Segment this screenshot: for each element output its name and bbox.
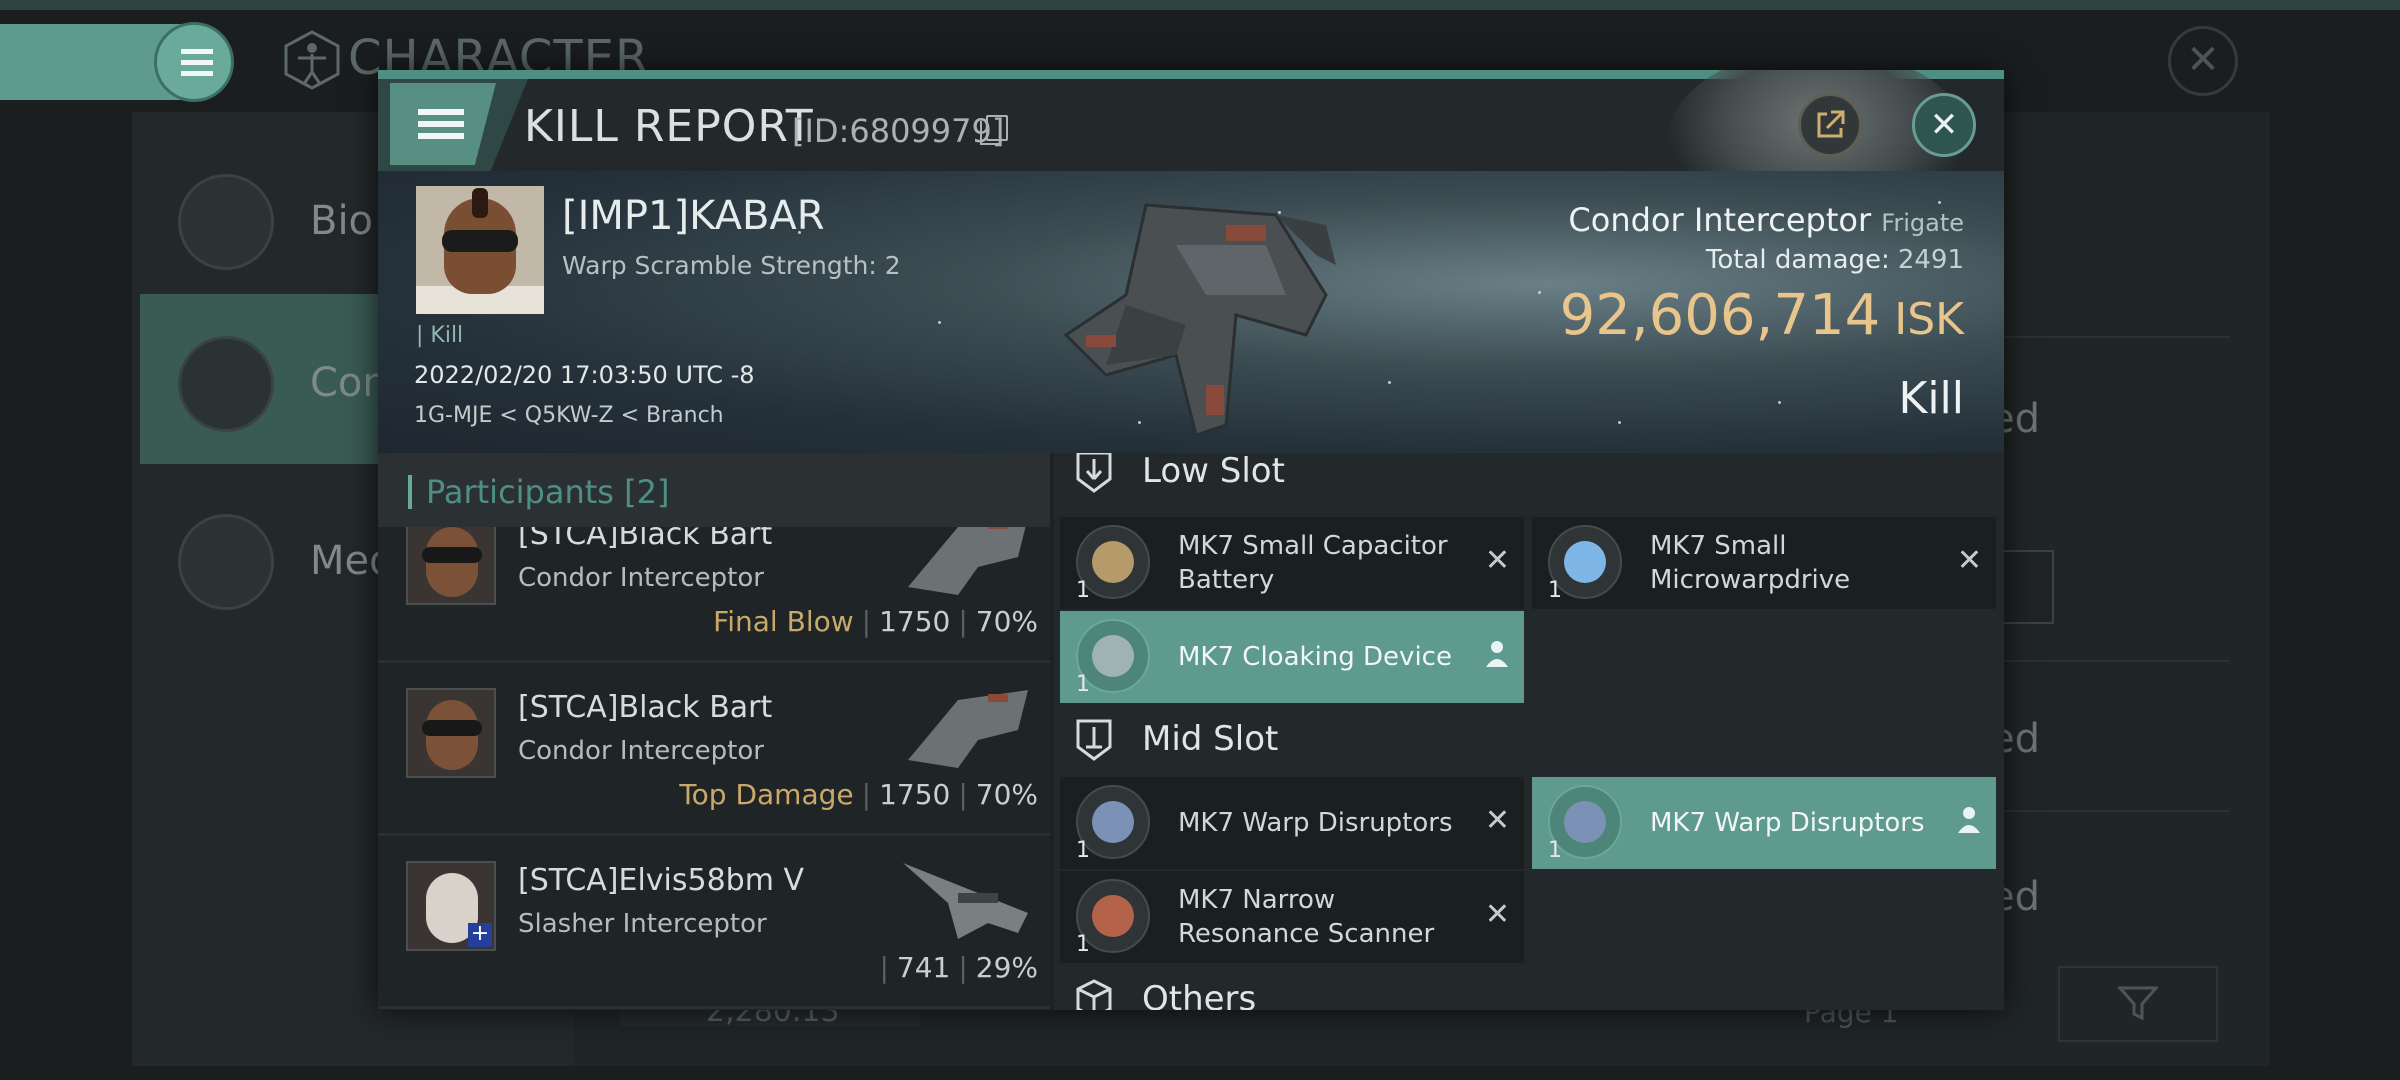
kill-id: [ID:6809979] [792, 112, 1005, 150]
participant-row[interactable]: + [STCA]Elvis58bm V Slasher Interceptor … [378, 839, 1050, 1009]
destroyed-ship-image [1063, 203, 1336, 435]
modal-title: KILL REPORT [524, 101, 814, 152]
ship-fitting-panel[interactable]: Low Slot 1 MK7 Small Capacitor Battery ✕… [1054, 453, 2004, 1010]
top-status-strip [0, 0, 2400, 10]
ship-class: Frigate [1881, 209, 1964, 237]
mid-slot-label: Mid Slot [1142, 719, 1279, 759]
module-quantity: 1 [1076, 672, 1090, 697]
destroyed-x-icon: ✕ [1484, 803, 1510, 838]
copy-icon[interactable] [980, 115, 1008, 145]
destroyed-x-icon: ✕ [1484, 543, 1510, 578]
module-slot[interactable]: 1 MK7 Warp Disruptors [1532, 777, 1996, 869]
module-slot[interactable]: 1 MK7 Warp Disruptors ✕ [1060, 777, 1524, 869]
others-label: Others [1142, 979, 1257, 1010]
participants-count: Participants [2] [426, 473, 670, 511]
module-quantity: 1 [1548, 838, 1562, 863]
participant-ship-image [908, 690, 1028, 768]
participant-ship: Condor Interceptor [518, 736, 764, 766]
module-name: MK7 Small Capacitor Battery [1178, 531, 1448, 595]
module-quantity: 1 [1076, 838, 1090, 863]
filter-button[interactable] [2058, 966, 2218, 1042]
participants-header: Participants [2] [378, 453, 1050, 527]
background-menu-button[interactable] [154, 22, 234, 102]
module-quantity: 1 [1076, 932, 1090, 957]
share-button[interactable] [1798, 93, 1862, 157]
low-slot-label: Low Slot [1142, 453, 1285, 491]
module-slot[interactable]: 1 MK7 Small Microwarpdrive ✕ [1532, 517, 1996, 609]
kill-summary-banner: [IMP1]KABAR Warp Scramble Strength: 2 | … [378, 171, 2004, 453]
participant-portrait: + [406, 861, 496, 951]
others-header: Others [1054, 967, 2004, 1010]
module-name: MK7 Small Microwarpdrive [1650, 531, 1851, 595]
kill-report-modal: KILL REPORT [ID:6809979] ✕ [IMP1]KABAR W… [378, 70, 2004, 1010]
crossed-swords-icon [178, 336, 274, 432]
isk-value: 92,606,714 ISK [1559, 283, 1964, 348]
module-name: MK7 Narrow Resonance Scanner [1178, 885, 1435, 949]
mid-slot-icon [1076, 719, 1112, 761]
module-slot[interactable]: 1 MK7 Narrow Resonance Scanner ✕ [1060, 871, 1524, 963]
module-slot[interactable]: 1 MK7 Cloaking Device [1060, 611, 1524, 703]
module-name: MK7 Warp Disruptors [1650, 808, 1925, 838]
participant-stats: Final Blow | 1750 | 70% [713, 605, 1038, 638]
participant-stats: Top Damage | 1750 | 70% [679, 778, 1038, 811]
participant-ship: Condor Interceptor [518, 563, 764, 593]
kill-timestamp: 2022/02/20 17:03:50 UTC -8 [414, 361, 755, 389]
module-quantity: 1 [1076, 578, 1090, 603]
dropped-user-icon [1486, 641, 1508, 667]
participant-ship-image [903, 863, 1028, 939]
modal-header: KILL REPORT [ID:6809979] ✕ [378, 70, 2004, 229]
participant-name: [STCA]Black Bart [518, 690, 773, 725]
mid-slot-header: Mid Slot [1054, 707, 2004, 777]
pilot-portrait[interactable] [416, 186, 544, 314]
kill-location[interactable]: 1G-MJE < Q5KW-Z < Branch [414, 403, 724, 428]
participant-name: [STCA]Elvis58bm V [518, 863, 804, 898]
participants-list[interactable]: Participants [2] [STCA]Black Bart Condor… [378, 453, 1050, 1010]
close-button[interactable]: ✕ [1912, 93, 1976, 157]
background-close-icon[interactable]: ✕ [2168, 26, 2238, 96]
destroyed-x-icon: ✕ [1956, 543, 1982, 578]
list-icon [178, 174, 274, 270]
participant-portrait [406, 515, 496, 605]
close-icon: ✕ [1929, 105, 1959, 145]
low-slot-header: Low Slot [1054, 453, 2004, 509]
victim-pilot-name[interactable]: [IMP1]KABAR [562, 193, 825, 239]
participant-ship: Slasher Interceptor [518, 909, 767, 939]
module-name: MK7 Warp Disruptors [1178, 808, 1453, 838]
character-icon [284, 30, 340, 90]
plus-icon: + [468, 923, 492, 947]
sidebar-item-label: Bio [310, 198, 374, 244]
low-slot-icon [1076, 453, 1112, 493]
participant-row[interactable]: [STCA]Black Bart Condor Interceptor Top … [378, 666, 1050, 836]
kill-result-label: Kill [1898, 373, 1964, 424]
dropped-user-icon [1958, 807, 1980, 833]
module-name: MK7 Cloaking Device [1178, 642, 1452, 672]
cargo-box-icon [1076, 979, 1112, 1010]
warp-scramble-strength: Warp Scramble Strength: 2 [562, 251, 901, 280]
participant-portrait [406, 688, 496, 778]
participant-stats: | 741 | 29% [879, 951, 1038, 984]
hamburger-icon [418, 109, 464, 115]
module-slot[interactable]: 1 MK7 Small Capacitor Battery ✕ [1060, 517, 1524, 609]
total-damage: Total damage: 2491 [1705, 245, 1964, 275]
filter-icon [2118, 986, 2158, 1021]
victim-ship-name[interactable]: Condor Interceptor Frigate [1568, 201, 1964, 239]
destroyed-x-icon: ✕ [1484, 897, 1510, 932]
star-medal-icon [178, 514, 274, 610]
module-quantity: 1 [1548, 578, 1562, 603]
share-icon [1817, 110, 1845, 138]
kill-tag: | Kill [416, 323, 464, 348]
